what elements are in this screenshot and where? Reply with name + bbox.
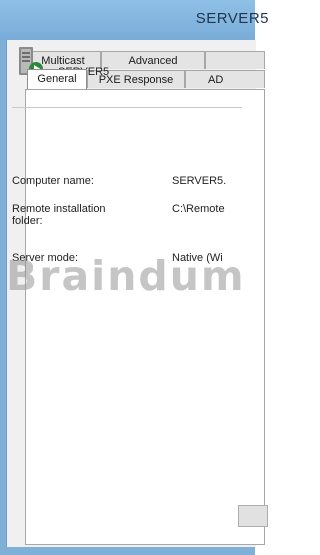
tab-label: General [37, 73, 77, 85]
remote-install-folder-label: Remote installation folder: [12, 203, 106, 227]
tab-general[interactable]: General [27, 69, 87, 89]
computer-name-label: Computer name: [12, 175, 94, 187]
remote-install-folder-value: C:\Remote [172, 203, 225, 215]
window-title: SERVER5 [195, 10, 269, 27]
tab-label: PXE Response [98, 74, 174, 86]
tab-label: AD [208, 74, 224, 86]
title-bar[interactable]: SERVER5 [0, 0, 268, 40]
dialog-window: SERVER5 Multicast Advanced General PXE R… [0, 0, 268, 555]
general-tab-panel [25, 89, 265, 545]
tab-more[interactable] [205, 51, 265, 69]
tab-label: Advanced [128, 55, 178, 67]
window-bottom-frame [0, 547, 255, 555]
watermark-text: Braindum [6, 252, 246, 300]
computer-name-value: SERVER5. [172, 175, 227, 187]
dialog-button[interactable] [238, 505, 268, 527]
divider [12, 107, 242, 108]
tab-advanced[interactable]: Advanced [101, 51, 205, 69]
tab-ad[interactable]: AD [185, 70, 265, 88]
